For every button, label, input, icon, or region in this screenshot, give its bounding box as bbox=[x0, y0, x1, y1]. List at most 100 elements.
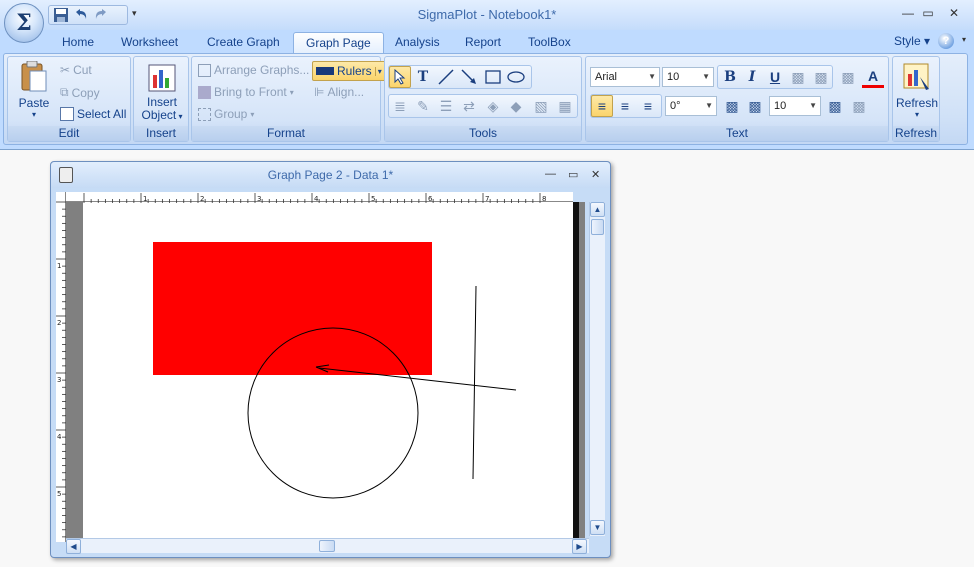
insert-object-icon bbox=[148, 64, 176, 92]
cut-button[interactable]: ✂ Cut bbox=[60, 63, 92, 77]
symbol-icon[interactable]: ▩ bbox=[837, 66, 859, 88]
select-all-button[interactable]: Select All bbox=[60, 107, 126, 121]
tools-group: T ≣ ✎ ☰ ⇄ ◈ ◆ ▧ ▦ Tools bbox=[384, 56, 582, 142]
ruler-number: 1 bbox=[57, 262, 61, 270]
chevron-down-icon: ▼ bbox=[702, 72, 710, 81]
tab-worksheet[interactable]: Worksheet bbox=[109, 32, 190, 54]
insert-group: Insert Object ▾ Insert bbox=[133, 56, 189, 142]
chevron-down-icon: ▼ bbox=[809, 101, 817, 110]
tab-graph-page[interactable]: Graph Page bbox=[293, 32, 384, 54]
paragraph-icon[interactable]: ▩ bbox=[824, 95, 846, 117]
bring-to-front-button[interactable]: Bring to Front ▾ bbox=[198, 85, 294, 99]
vertical-scrollbar[interactable]: ▲ ▼ bbox=[589, 202, 605, 536]
scroll-left-icon[interactable]: ◀ bbox=[66, 539, 81, 554]
line-style-icon[interactable]: ≣ bbox=[389, 95, 411, 117]
copy-button[interactable]: ⧉ Copy bbox=[60, 85, 100, 100]
app-frame: ▾ SigmaPlot - Notebook1* — ▭ ✕ Σ Home Wo… bbox=[0, 0, 974, 150]
vertical-scroll-thumb[interactable] bbox=[591, 219, 604, 235]
scroll-up-icon[interactable]: ▲ bbox=[590, 202, 605, 217]
paste-icon bbox=[21, 60, 47, 92]
format-group: Arrange Graphs... Bring to Front ▾ Group ▾… bbox=[191, 56, 386, 142]
fill-pattern-icon[interactable]: ▧ bbox=[530, 95, 552, 117]
pen-icon[interactable]: ✎ bbox=[412, 95, 434, 117]
graph-minimize-icon[interactable]: — bbox=[545, 168, 556, 180]
scissors-icon: ✂ bbox=[60, 63, 71, 77]
align-icon: ⊫ bbox=[314, 85, 325, 99]
help-icon[interactable]: ? bbox=[938, 33, 954, 49]
title-bar: ▾ SigmaPlot - Notebook1* — ▭ ✕ bbox=[0, 0, 974, 30]
line-thickness-icon[interactable]: ☰ bbox=[435, 95, 457, 117]
red-rectangle[interactable] bbox=[153, 242, 432, 375]
format-group-label: Format bbox=[192, 126, 380, 141]
close-icon[interactable]: ✕ bbox=[945, 6, 963, 20]
horizontal-ruler: 12345678 bbox=[56, 192, 573, 203]
horizontal-scrollbar[interactable]: ◀ ▶ bbox=[66, 538, 589, 554]
tools-group-label: Tools bbox=[385, 126, 581, 141]
style-menu[interactable]: Style ▾ bbox=[894, 34, 930, 48]
paragraph-format-icon[interactable]: ▩ bbox=[848, 95, 870, 117]
superscript-icon[interactable]: ▩ bbox=[787, 66, 809, 88]
chevron-down-icon: ▼ bbox=[705, 101, 713, 110]
font-family-select[interactable]: Arial ▼ bbox=[590, 67, 660, 87]
tab-analysis[interactable]: Analysis bbox=[383, 32, 452, 54]
scroll-down-icon[interactable]: ▼ bbox=[590, 520, 605, 535]
text-group: Arial ▼ 10 ▼ B I U ▩ ▩ ▩ A ≡ ≡ ≡ 0° ▼ ▩ ▩ 1… bbox=[585, 56, 889, 142]
underline-button[interactable]: U bbox=[764, 66, 786, 88]
tab-create-graph[interactable]: Create Graph bbox=[195, 32, 292, 54]
refresh-group: Refresh ▾ Refresh bbox=[892, 56, 940, 142]
tab-report[interactable]: Report bbox=[453, 32, 513, 54]
grid-pattern-icon[interactable]: ▦ bbox=[554, 95, 576, 117]
vertical-line[interactable] bbox=[472, 285, 477, 480]
group-icon bbox=[198, 107, 211, 121]
group-button[interactable]: Group ▾ bbox=[198, 107, 254, 121]
horizontal-scroll-thumb[interactable] bbox=[319, 540, 335, 552]
arrow-tool-icon[interactable] bbox=[458, 66, 480, 88]
application-menu-button[interactable]: Σ bbox=[4, 3, 44, 43]
minimize-icon[interactable]: — bbox=[899, 6, 917, 20]
graph-window-title-bar: Graph Page 2 - Data 1* — ▭ ✕ bbox=[51, 162, 610, 188]
tab-toolbox[interactable]: ToolBox bbox=[516, 32, 583, 54]
ribbon-tabs: Home Worksheet Create Graph Graph Page A… bbox=[0, 30, 974, 54]
arrange-graphs-icon bbox=[198, 63, 211, 77]
arrange-graphs-button[interactable]: Arrange Graphs... bbox=[198, 63, 309, 77]
ruler-number: 2 bbox=[57, 319, 61, 327]
insert-object-button[interactable]: Insert Object ▾ bbox=[138, 61, 186, 123]
font-color-button[interactable]: A bbox=[862, 66, 884, 88]
text-tool-icon[interactable]: T bbox=[412, 66, 434, 88]
decrease-spacing-icon[interactable]: ▩ bbox=[744, 95, 766, 117]
line-ends-icon[interactable]: ⇄ bbox=[458, 95, 480, 117]
graph-close-icon[interactable]: ✕ bbox=[591, 168, 600, 181]
font-size-select[interactable]: 10 ▼ bbox=[662, 67, 714, 87]
select-pointer-icon[interactable] bbox=[389, 66, 411, 88]
increase-spacing-icon[interactable]: ▩ bbox=[721, 95, 743, 117]
italic-button[interactable]: I bbox=[741, 66, 763, 88]
line-spacing-select[interactable]: 10 ▼ bbox=[769, 96, 821, 116]
help-dropdown-icon[interactable]: ▾ bbox=[962, 35, 966, 44]
paint-bucket-icon[interactable]: ◆ bbox=[505, 95, 527, 117]
chevron-down-icon: ▼ bbox=[648, 72, 656, 81]
line-tool-icon[interactable] bbox=[435, 66, 457, 88]
align-left-icon[interactable]: ≡ bbox=[591, 95, 613, 117]
tab-home[interactable]: Home bbox=[50, 32, 106, 54]
scroll-right-icon[interactable]: ▶ bbox=[572, 539, 587, 554]
graph-maximize-icon[interactable]: ▭ bbox=[568, 168, 578, 181]
copy-icon: ⧉ bbox=[60, 85, 69, 99]
paste-button[interactable]: Paste ▾ bbox=[14, 60, 54, 119]
text-rotation-select[interactable]: 0° ▼ bbox=[665, 96, 717, 116]
bold-button[interactable]: B bbox=[719, 66, 741, 88]
rectangle-tool-icon[interactable] bbox=[482, 66, 504, 88]
fill-color-icon[interactable]: ◈ bbox=[482, 95, 504, 117]
ruler-number: 3 bbox=[57, 376, 61, 384]
refresh-button[interactable]: Refresh ▾ bbox=[895, 61, 939, 119]
align-button[interactable]: ⊫ Align... bbox=[314, 85, 364, 99]
subscript-icon[interactable]: ▩ bbox=[810, 66, 832, 88]
bring-to-front-icon bbox=[198, 85, 211, 99]
refresh-chart-icon bbox=[903, 63, 929, 90]
insert-group-label: Insert bbox=[134, 126, 188, 141]
ellipse-tool-icon[interactable] bbox=[505, 66, 527, 88]
align-center-icon[interactable]: ≡ bbox=[614, 95, 636, 117]
align-right-icon[interactable]: ≡ bbox=[637, 95, 659, 117]
paste-dropdown-icon[interactable]: ▾ bbox=[14, 110, 54, 119]
maximize-icon[interactable]: ▭ bbox=[919, 6, 937, 20]
rulers-button[interactable]: Rulers ▾ bbox=[312, 61, 386, 81]
